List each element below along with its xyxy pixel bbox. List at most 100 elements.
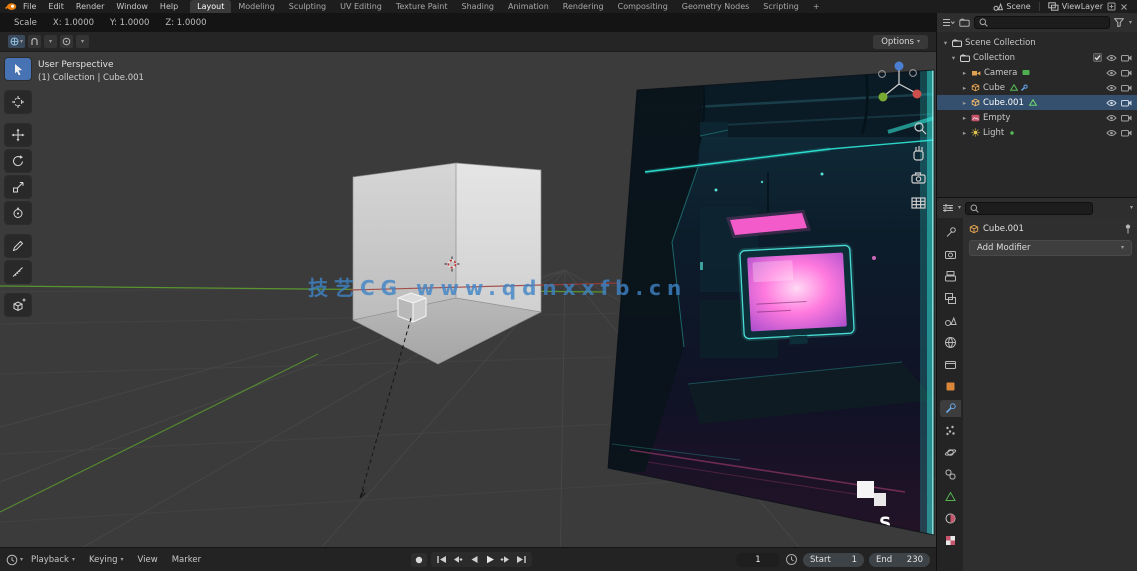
tab-render[interactable] xyxy=(940,246,961,263)
snapping-magnet-icon[interactable] xyxy=(28,35,42,48)
menu-keying[interactable]: Keying ▾ xyxy=(83,555,130,565)
tab-constraints[interactable] xyxy=(940,466,961,483)
outliner-display-mode-dropdown[interactable] xyxy=(942,18,955,27)
render-visibility-camera-icon[interactable] xyxy=(1121,54,1132,62)
timeline-editor-icon[interactable] xyxy=(6,554,18,566)
tab-scripting[interactable]: Scripting xyxy=(756,0,806,13)
disclosure-triangle-icon[interactable]: ▸ xyxy=(961,114,968,122)
menu-render[interactable]: Render xyxy=(70,2,110,11)
tool-scale[interactable] xyxy=(5,176,31,198)
menu-edit[interactable]: Edit xyxy=(42,2,70,11)
tab-uv-editing[interactable]: UV Editing xyxy=(333,0,389,13)
render-visibility-camera-icon[interactable] xyxy=(1121,99,1132,107)
add-modifier-button[interactable]: Add Modifier ▾ xyxy=(969,240,1132,256)
filter-funnel-icon[interactable] xyxy=(1113,18,1125,27)
chevron-down-icon[interactable]: ▾ xyxy=(1129,19,1132,26)
tab-collection[interactable] xyxy=(940,356,961,373)
tab-shading[interactable]: Shading xyxy=(454,0,501,13)
jump-to-start-button[interactable] xyxy=(434,553,449,566)
outliner-row-collection[interactable]: ▾ Collection xyxy=(937,50,1137,65)
menu-marker[interactable]: Marker xyxy=(166,555,207,565)
tab-material[interactable] xyxy=(940,510,961,527)
outliner-search-input[interactable] xyxy=(991,17,1105,28)
tab-modeling[interactable]: Modeling xyxy=(231,0,281,13)
tab-texture-paint[interactable]: Texture Paint xyxy=(389,0,455,13)
eye-icon[interactable] xyxy=(1106,54,1117,62)
chevron-down-icon[interactable]: ▾ xyxy=(958,205,961,211)
tool-rotate[interactable] xyxy=(5,150,31,172)
prev-keyframe-button[interactable] xyxy=(450,553,465,566)
viewport-3d[interactable]: S 技艺CG www.qdnxxfb.cn User Perspective (… xyxy=(0,52,936,547)
tab-modifiers[interactable] xyxy=(939,400,961,417)
tool-measure[interactable] xyxy=(5,261,31,283)
add-workspace-button[interactable]: + xyxy=(806,0,827,13)
gizmo-z-axis[interactable] xyxy=(894,61,904,71)
outliner-row-light[interactable]: ▸ Light xyxy=(937,125,1137,140)
snapping-dropdown[interactable]: ▾ xyxy=(44,35,58,48)
disclosure-triangle-icon[interactable]: ▸ xyxy=(961,99,968,107)
tool-transform[interactable] xyxy=(5,202,31,224)
use-preview-range-icon[interactable] xyxy=(785,553,798,566)
chevron-down-icon[interactable]: ▾ xyxy=(1130,205,1133,211)
frame-end-field[interactable]: End 230 xyxy=(869,552,931,567)
eye-icon[interactable] xyxy=(1106,129,1117,137)
view-layer-selector[interactable]: ViewLayer xyxy=(1048,2,1103,11)
scene-selector[interactable]: Scene xyxy=(993,2,1031,11)
properties-search[interactable] xyxy=(965,201,1094,215)
gizmo-y-axis[interactable] xyxy=(878,92,888,102)
tool-cursor[interactable] xyxy=(5,91,31,113)
tab-physics[interactable] xyxy=(940,444,961,461)
tab-rendering[interactable]: Rendering xyxy=(556,0,611,13)
gizmo-x-axis[interactable] xyxy=(912,89,922,99)
disclosure-triangle-icon[interactable]: ▾ xyxy=(942,39,949,47)
disclosure-triangle-icon[interactable]: ▾ xyxy=(950,54,957,62)
properties-editor-icon[interactable] xyxy=(942,203,954,213)
outliner-row-camera[interactable]: ▸ Camera xyxy=(937,65,1137,80)
proportional-editing-icon[interactable] xyxy=(60,35,74,48)
render-visibility-camera-icon[interactable] xyxy=(1121,84,1132,92)
exclude-checkbox[interactable] xyxy=(1093,53,1102,62)
tab-object[interactable] xyxy=(940,378,961,395)
outliner-row-cube-001[interactable]: ▸ Cube.001 xyxy=(937,95,1137,110)
options-button[interactable]: Options ▾ xyxy=(873,34,928,49)
tab-compositing[interactable]: Compositing xyxy=(611,0,675,13)
tab-view-layer[interactable] xyxy=(940,290,961,307)
tab-geometry-nodes[interactable]: Geometry Nodes xyxy=(675,0,756,13)
chevron-down-icon[interactable]: ▾ xyxy=(20,556,23,563)
eye-icon[interactable] xyxy=(1106,84,1117,92)
disclosure-triangle-icon[interactable]: ▸ xyxy=(961,69,968,77)
menu-playback[interactable]: Playback ▾ xyxy=(25,555,81,565)
eye-icon[interactable] xyxy=(1106,99,1117,107)
render-visibility-camera-icon[interactable] xyxy=(1121,114,1132,122)
tab-object-data[interactable] xyxy=(940,488,961,505)
outliner-row-cube[interactable]: ▸ Cube xyxy=(937,80,1137,95)
new-collection-icon[interactable] xyxy=(959,18,970,27)
remove-view-layer-icon[interactable] xyxy=(1120,3,1128,11)
tab-particles[interactable] xyxy=(940,422,961,439)
frame-start-field[interactable]: Start 1 xyxy=(803,552,865,567)
eye-icon[interactable] xyxy=(1106,114,1117,122)
outliner-row-scene-collection[interactable]: ▾ Scene Collection xyxy=(937,35,1137,50)
outliner-search[interactable] xyxy=(974,16,1110,29)
menu-file[interactable]: File xyxy=(17,2,42,11)
disclosure-triangle-icon[interactable]: ▸ xyxy=(961,129,968,137)
render-visibility-camera-icon[interactable] xyxy=(1121,129,1132,137)
current-frame-field[interactable]: 1 xyxy=(736,552,781,567)
play-button[interactable] xyxy=(482,553,497,566)
tab-layout[interactable]: Layout xyxy=(190,0,232,13)
pin-icon[interactable] xyxy=(1124,224,1132,234)
tab-animation[interactable]: Animation xyxy=(501,0,556,13)
properties-search-input[interactable] xyxy=(982,203,1089,213)
menu-window[interactable]: Window xyxy=(110,2,154,11)
tab-scene[interactable] xyxy=(940,312,961,329)
tab-texture[interactable] xyxy=(940,532,961,549)
operator-redo-panel[interactable]: Scale X: 1.0000 Y: 1.0000 Z: 1.0000 xyxy=(0,13,936,32)
tab-sculpting[interactable]: Sculpting xyxy=(282,0,333,13)
tool-add-cube[interactable] xyxy=(5,294,31,316)
menu-view[interactable]: View xyxy=(132,555,164,565)
new-view-layer-icon[interactable] xyxy=(1107,2,1116,11)
menu-help[interactable]: Help xyxy=(154,2,184,11)
disclosure-triangle-icon[interactable]: ▸ xyxy=(961,84,968,92)
blender-logo-icon[interactable] xyxy=(5,2,17,11)
outliner-row-empty[interactable]: ▸ Empty xyxy=(937,110,1137,125)
